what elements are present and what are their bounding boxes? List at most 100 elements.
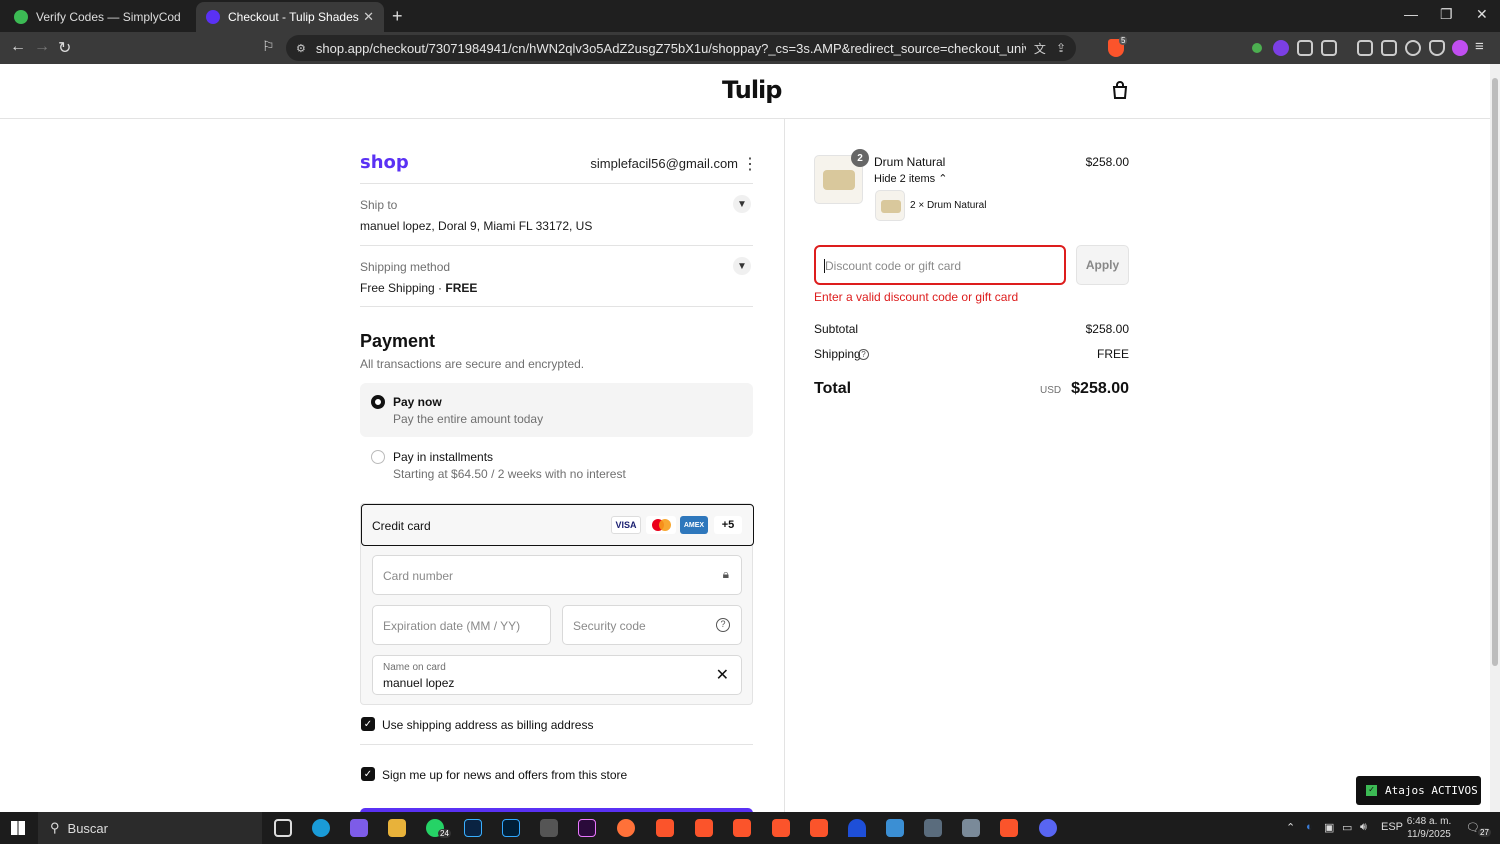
extension-icon[interactable]	[1273, 40, 1289, 56]
tray-app-icon[interactable]: ▣	[1324, 821, 1334, 834]
copilot-icon[interactable]	[350, 819, 368, 837]
billing-checkbox[interactable]: ✓	[361, 717, 375, 731]
task-view-icon[interactable]	[274, 819, 292, 837]
chevron-down-icon[interactable]: ▼	[733, 257, 751, 275]
clear-icon[interactable]: ✕	[716, 665, 729, 685]
pay-now-radio[interactable]	[371, 395, 385, 409]
close-window-icon[interactable]: ✕	[1476, 6, 1488, 23]
ship-to-value: manuel lopez, Doral 9, Miami FL 33172, U…	[360, 219, 593, 233]
menu-icon[interactable]: ≡	[1475, 38, 1484, 55]
chevron-up-icon: ⌃	[938, 173, 948, 185]
chevron-down-icon[interactable]: ▼	[733, 195, 751, 213]
option-subtitle: Starting at $64.50 / 2 weeks with no int…	[393, 467, 626, 481]
edge-icon[interactable]	[312, 819, 330, 837]
brave-badge: 5	[1119, 36, 1128, 45]
windows-start-icon[interactable]	[11, 821, 25, 835]
clock-date: 11/9/2025	[1407, 829, 1451, 840]
clock-time: 6:48 a. m.	[1406, 816, 1452, 827]
share-icon[interactable]: ⇪	[1056, 41, 1066, 55]
product-price: $258.00	[1085, 155, 1129, 169]
store-icon[interactable]	[540, 819, 558, 837]
brave-icon[interactable]	[695, 819, 713, 837]
site-settings-icon[interactable]: ⚙	[296, 42, 306, 55]
back-icon[interactable]: ←	[10, 38, 26, 56]
mastercard-icon	[646, 516, 676, 534]
app-icon[interactable]	[924, 819, 942, 837]
amex-icon: AMEX	[680, 516, 708, 534]
brave-icon[interactable]	[733, 819, 751, 837]
sidebar-icon[interactable]	[1357, 40, 1373, 56]
pay-installments-option[interactable]: Pay in installments Starting at $64.50 /…	[360, 438, 753, 492]
network-icon[interactable]: ▭	[1342, 821, 1352, 834]
translate-icon[interactable]: 文	[1034, 40, 1046, 57]
tray-app-icon[interactable]: ◐	[1306, 821, 1313, 833]
app-icon[interactable]	[962, 819, 980, 837]
brave-active-icon[interactable]	[810, 819, 828, 837]
address-bar[interactable]: ⚙ shop.app/checkout/73071984941/cn/hWN2q…	[286, 35, 1076, 61]
scrollbar-thumb[interactable]	[1492, 78, 1498, 666]
file-explorer-icon[interactable]	[388, 819, 406, 837]
option-title: Pay now	[393, 395, 442, 409]
premiere-icon[interactable]	[578, 819, 596, 837]
payment-title: Payment	[360, 331, 436, 351]
close-tab-icon[interactable]: ✕	[363, 9, 374, 25]
divider	[360, 306, 753, 307]
restore-icon[interactable]: ❐	[1440, 6, 1453, 23]
new-tab-icon[interactable]: +	[392, 6, 403, 27]
language-indicator[interactable]: ESP	[1381, 821, 1403, 833]
check-icon: ✓	[1366, 785, 1377, 796]
forward-icon[interactable]: →	[34, 38, 50, 56]
bookmark-icon[interactable]: ⚐	[262, 38, 275, 55]
expiration-field[interactable]: Expiration date (MM / YY)	[372, 605, 551, 645]
reload-icon[interactable]: ↻	[58, 38, 71, 58]
hide-items-toggle[interactable]: Hide 2 items ⌃	[874, 172, 947, 185]
photoshop-icon[interactable]	[502, 819, 520, 837]
lightroom-icon[interactable]	[464, 819, 482, 837]
clock[interactable]: 6:48 a. m. 11/9/2025	[1402, 815, 1456, 841]
option-title: Pay in installments	[393, 450, 494, 464]
media-icon[interactable]	[1321, 40, 1337, 56]
firefox-icon[interactable]	[617, 819, 635, 837]
more-options-icon[interactable]: ⋮	[742, 154, 758, 174]
discord-icon[interactable]	[1039, 819, 1057, 837]
wallet-icon[interactable]	[1381, 40, 1397, 56]
name-on-card-label: Name on card	[383, 662, 446, 673]
minimize-icon[interactable]: —	[1404, 6, 1418, 22]
tab-checkout[interactable]: Checkout - Tulip Shades ✕	[196, 2, 384, 32]
security-code-field[interactable]: Security code ?	[562, 605, 742, 645]
apply-button[interactable]: Apply	[1076, 245, 1129, 285]
card-number-field[interactable]: Card number 🔒︎	[372, 555, 742, 595]
browser-tab-bar: Verify Codes — SimplyCodes Checkout - Tu…	[0, 0, 1500, 32]
credit-card-header[interactable]: Credit card VISA AMEX +5	[361, 504, 754, 546]
app-icon[interactable]	[848, 819, 866, 837]
security-code-placeholder: Security code	[573, 619, 646, 633]
brave-icon[interactable]	[772, 819, 790, 837]
chevron-up-icon[interactable]: ⌃	[1286, 821, 1295, 834]
lock-icon: 🔒︎	[722, 567, 729, 581]
app-icon[interactable]	[886, 819, 904, 837]
newsletter-checkbox[interactable]: ✓	[361, 767, 375, 781]
windows-taskbar: ⚲ Buscar 24 ⌃ ◐ ▣ ▭ 🔊︎ ESP 6:48 a. m. 11…	[0, 812, 1500, 844]
profile-icon[interactable]	[1452, 40, 1468, 56]
shipping-help-icon[interactable]: ?	[858, 349, 869, 360]
brave-icon[interactable]	[656, 819, 674, 837]
discount-input[interactable]: Discount code or gift card	[814, 245, 1066, 285]
vpn-icon[interactable]	[1429, 40, 1445, 56]
leo-ai-icon[interactable]	[1405, 40, 1421, 56]
help-icon[interactable]: ?	[716, 618, 730, 632]
shipping-value: FREE	[1096, 347, 1129, 361]
store-logo[interactable]: Tulip	[722, 76, 782, 104]
url-text: shop.app/checkout/73071984941/cn/hWN2qlv…	[315, 40, 1026, 56]
pay-installments-radio[interactable]	[371, 450, 385, 464]
pay-now-option[interactable]: Pay now Pay the entire amount today	[360, 383, 753, 437]
billing-checkbox-label: Use shipping address as billing address	[382, 718, 594, 732]
name-on-card-field[interactable]: Name on card manuel lopez ✕	[372, 655, 742, 695]
volume-icon[interactable]: 🔊︎	[1360, 821, 1367, 834]
brave-icon[interactable]	[1000, 819, 1018, 837]
expiration-placeholder: Expiration date (MM / YY)	[383, 619, 521, 633]
checkout-page: Tulip shop simplefacil56@gmail.com ⋮ Shi…	[0, 64, 1490, 812]
tab-verify-codes[interactable]: Verify Codes — SimplyCodes	[4, 2, 190, 32]
puzzle-extensions-icon[interactable]	[1297, 40, 1313, 56]
shopping-bag-icon[interactable]	[1110, 80, 1130, 100]
taskbar-search[interactable]: ⚲ Buscar	[38, 812, 262, 844]
